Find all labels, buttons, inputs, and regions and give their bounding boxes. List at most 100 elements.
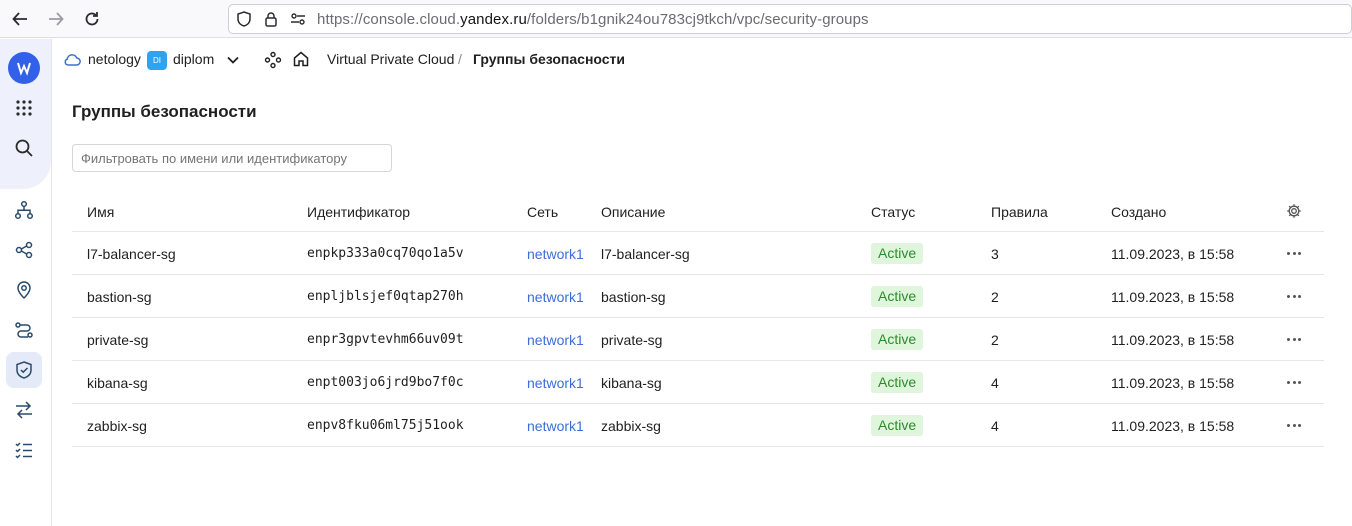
back-button[interactable]	[8, 7, 32, 31]
table-row[interactable]: bastion-sg enpljblsjef0qtap270h network1…	[72, 275, 1324, 318]
console-header: netology DI diplom Virtual Private Cloud…	[52, 39, 1352, 81]
cell-id: enpljblsjef0qtap270h	[307, 289, 464, 304]
cell-name[interactable]: l7-balancer-sg	[87, 246, 176, 262]
breadcrumb-service[interactable]: Virtual Private Cloud	[327, 51, 454, 67]
cell-network-link[interactable]: network1	[527, 246, 584, 262]
cell-id: enpt003jo6jrd9bo7f0c	[307, 375, 464, 390]
table-header: Имя Идентификатор Сеть Описание Статус П…	[72, 190, 1324, 232]
home-icon[interactable]	[292, 50, 310, 73]
cloud-icon	[63, 52, 81, 73]
nav-operations[interactable]	[6, 432, 42, 468]
services-menu-button[interactable]	[6, 90, 42, 126]
cell-rules: 3	[991, 246, 999, 262]
folder-name[interactable]: diplom	[173, 51, 214, 67]
yandex-cloud-logo[interactable]	[8, 52, 40, 84]
services-icon[interactable]	[264, 51, 282, 74]
location-pin-icon	[17, 281, 31, 300]
security-groups-table: Имя Идентификатор Сеть Описание Статус П…	[72, 190, 1324, 447]
status-badge: Active	[871, 329, 924, 350]
address-bar[interactable]: https://console.cloud.yandex.ru/folders/…	[228, 4, 1352, 34]
more-actions-icon[interactable]	[1285, 245, 1303, 261]
arrows-exchange-icon	[16, 401, 32, 419]
cell-name[interactable]: private-sg	[87, 332, 148, 348]
page-title: Группы безопасности	[72, 102, 257, 121]
cell-description: zabbix-sg	[601, 418, 661, 434]
cell-created: 11.09.2023, в 15:58	[1111, 332, 1235, 348]
status-badge: Active	[871, 415, 924, 436]
cell-name[interactable]: kibana-sg	[87, 375, 148, 391]
reload-button[interactable]	[80, 7, 104, 31]
cell-rules: 4	[991, 375, 999, 391]
folder-badge: DI	[147, 51, 167, 70]
nav-gateways[interactable]	[6, 392, 42, 428]
lock-icon[interactable]	[262, 10, 280, 28]
cloud-name[interactable]: netology	[88, 51, 141, 67]
cell-network-link[interactable]: network1	[527, 289, 584, 305]
cell-name[interactable]: bastion-sg	[87, 289, 152, 305]
route-icon	[15, 322, 33, 338]
cell-id: enpr3gpvtevhm66uv09t	[307, 332, 464, 347]
reload-icon	[85, 12, 99, 26]
table-row[interactable]: kibana-sg enpt003jo6jrd9bo7f0c network1 …	[72, 361, 1324, 404]
table-row[interactable]: private-sg enpr3gpvtevhm66uv09t network1…	[72, 318, 1324, 361]
column-header-created[interactable]: Создано	[1111, 204, 1166, 220]
cell-description: bastion-sg	[601, 289, 666, 305]
cell-description: private-sg	[601, 332, 663, 348]
filter-input[interactable]	[72, 144, 392, 172]
cloud-logo-icon	[17, 62, 31, 76]
arrow-right-icon	[49, 12, 64, 26]
breadcrumb-separator: /	[458, 51, 462, 67]
cell-description: kibana-sg	[601, 375, 662, 391]
nodes-icon	[15, 241, 33, 259]
more-actions-icon[interactable]	[1285, 374, 1303, 390]
left-navigation-rail	[0, 39, 52, 526]
cell-created: 11.09.2023, в 15:58	[1111, 375, 1235, 391]
cell-network-link[interactable]: network1	[527, 332, 584, 348]
table-row[interactable]: zabbix-sg enpv8fku06ml75j51ook network1 …	[72, 404, 1324, 447]
column-header-id[interactable]: Идентификатор	[307, 204, 410, 220]
cell-created: 11.09.2023, в 15:58	[1111, 246, 1235, 262]
nav-security-groups[interactable]	[6, 352, 42, 388]
nav-ip-addresses[interactable]	[6, 272, 42, 308]
arrow-left-icon	[12, 12, 27, 26]
status-badge: Active	[871, 372, 924, 393]
url-text: https://console.cloud.yandex.ru/folders/…	[317, 11, 869, 28]
column-header-rules[interactable]: Правила	[991, 204, 1048, 220]
cell-rules: 2	[991, 332, 999, 348]
browser-toolbar: https://console.cloud.yandex.ru/folders/…	[0, 0, 1352, 38]
search-icon	[15, 139, 33, 157]
cell-created: 11.09.2023, в 15:58	[1111, 418, 1235, 434]
cell-network-link[interactable]: network1	[527, 375, 584, 391]
cell-name[interactable]: zabbix-sg	[87, 418, 147, 434]
column-header-name[interactable]: Имя	[87, 204, 114, 220]
cell-id: enpv8fku06ml75j51ook	[307, 418, 464, 433]
status-badge: Active	[871, 243, 924, 264]
table-row[interactable]: l7-balancer-sg enpkp333a0cq70qo1a5v netw…	[72, 232, 1324, 275]
nav-subnets[interactable]	[6, 232, 42, 268]
network-topology-icon	[14, 200, 34, 220]
shield-icon[interactable]	[235, 10, 253, 28]
column-header-network[interactable]: Сеть	[527, 204, 558, 220]
column-header-description[interactable]: Описание	[601, 204, 665, 220]
checklist-icon	[15, 442, 32, 459]
cell-rules: 2	[991, 289, 999, 305]
cell-description: l7-balancer-sg	[601, 246, 690, 262]
chevron-down-icon[interactable]	[226, 53, 240, 72]
forward-button[interactable]	[44, 7, 68, 31]
column-header-status[interactable]: Статус	[871, 204, 915, 220]
status-badge: Active	[871, 286, 924, 307]
cell-network-link[interactable]: network1	[527, 418, 584, 434]
nav-routing-tables[interactable]	[6, 312, 42, 348]
cell-id: enpkp333a0cq70qo1a5v	[307, 246, 464, 261]
cell-created: 11.09.2023, в 15:58	[1111, 289, 1235, 305]
search-button[interactable]	[6, 130, 42, 166]
permissions-icon[interactable]	[289, 10, 307, 28]
more-actions-icon[interactable]	[1285, 288, 1303, 304]
grid-dots-icon	[16, 100, 32, 116]
shield-check-icon	[16, 361, 32, 379]
more-actions-icon[interactable]	[1285, 417, 1303, 433]
nav-cloud-networks[interactable]	[6, 192, 42, 228]
more-actions-icon[interactable]	[1285, 331, 1303, 347]
gear-icon[interactable]	[1286, 203, 1302, 224]
cell-rules: 4	[991, 418, 999, 434]
